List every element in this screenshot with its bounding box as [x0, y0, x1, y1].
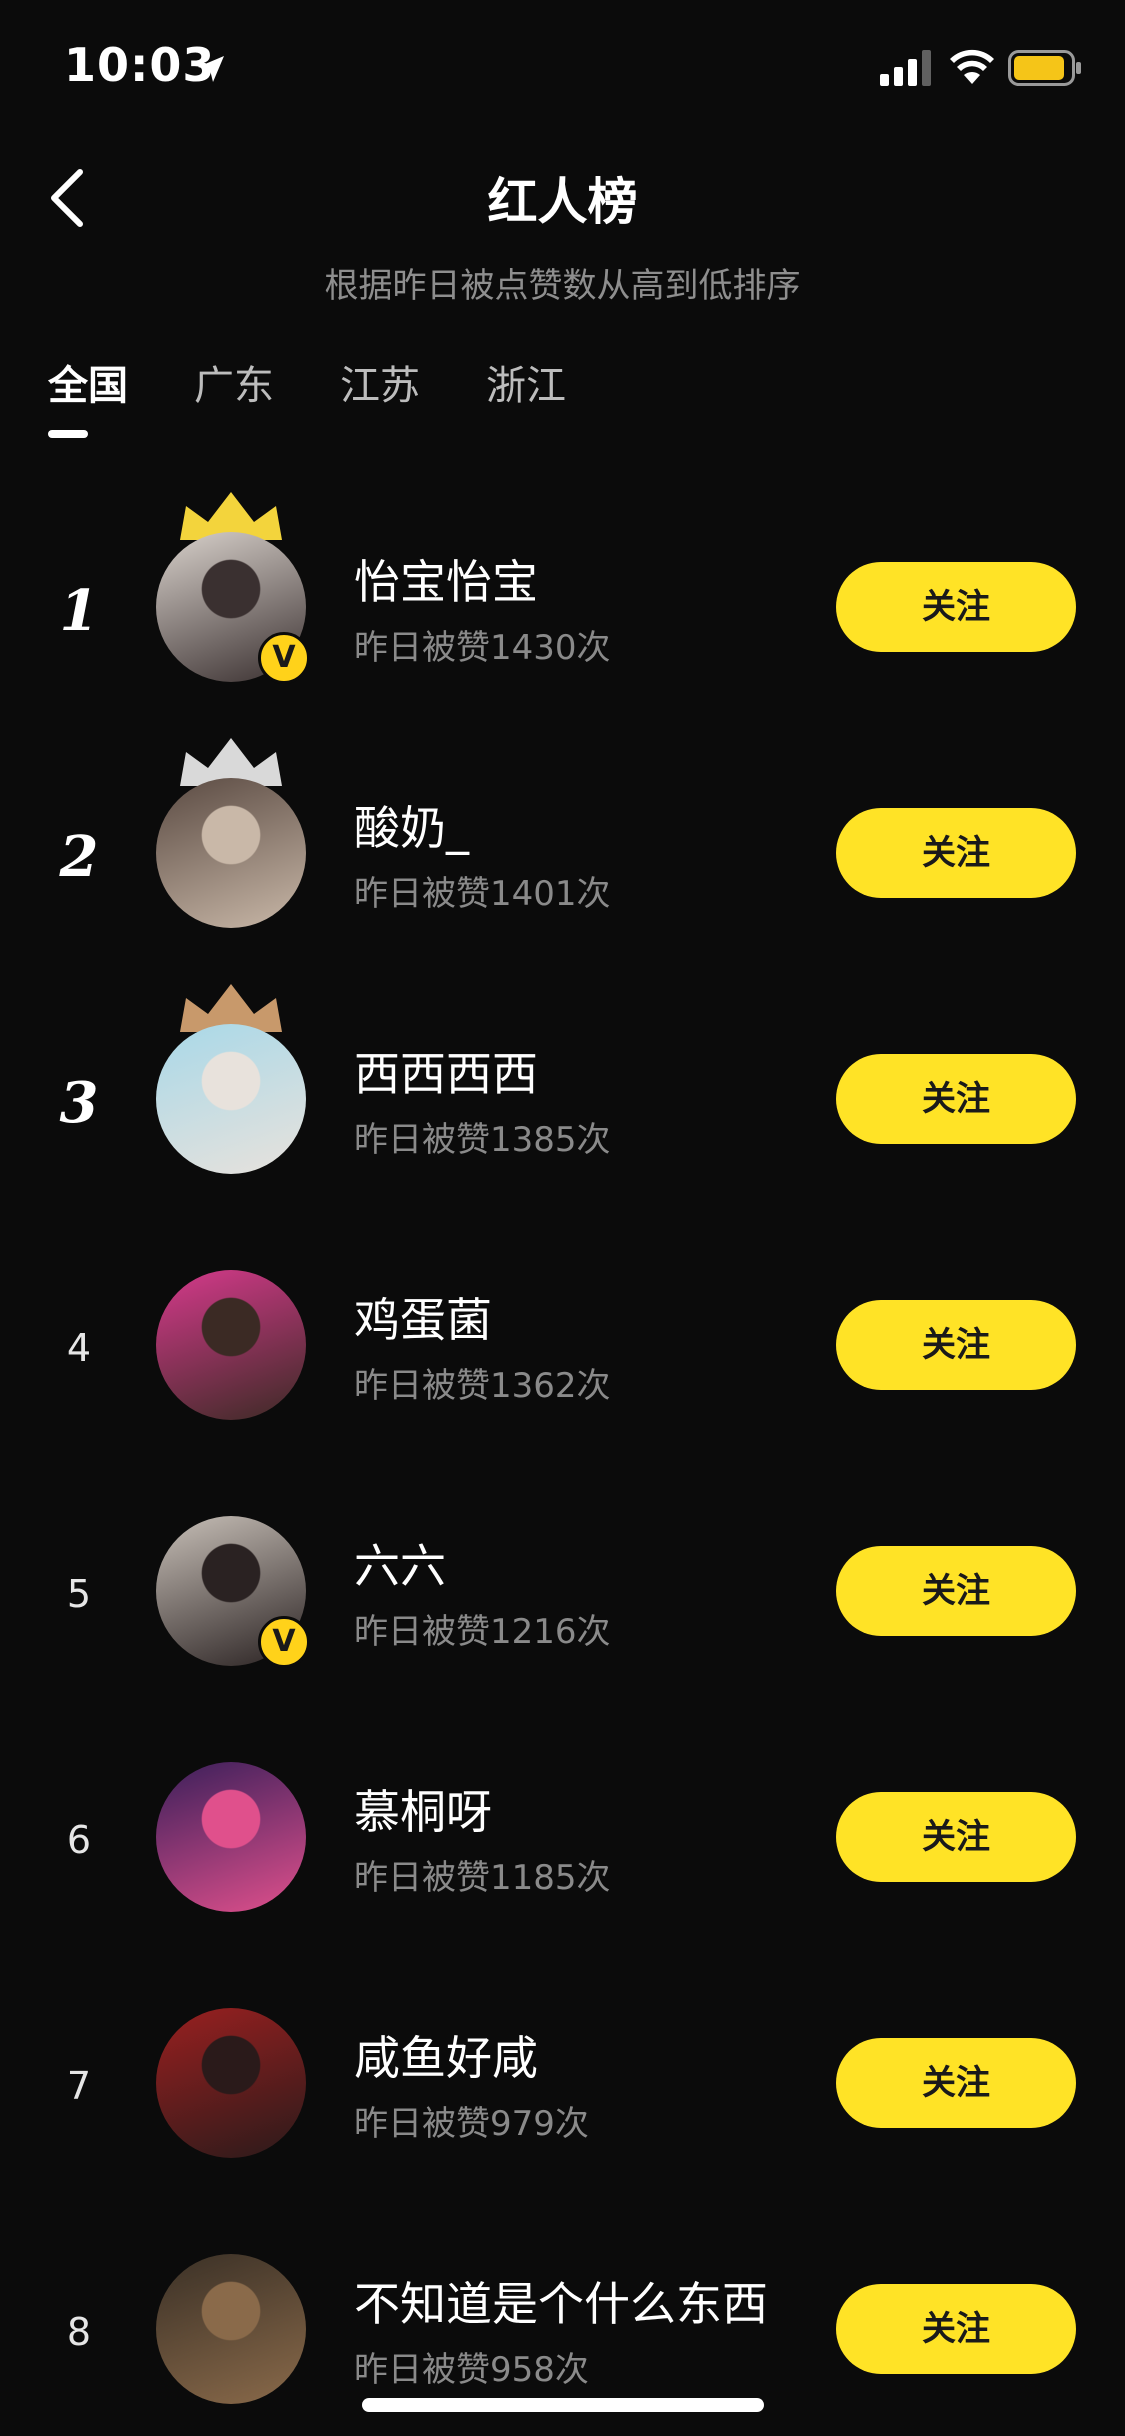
wifi-icon [950, 49, 994, 84]
home-indicator [362, 2398, 764, 2412]
likes-count: 昨日被赞1185次 [354, 1858, 611, 1898]
avatar[interactable] [156, 778, 306, 928]
user-name[interactable]: 西西西西 [354, 1038, 538, 1104]
follow-button[interactable]: 关注 [836, 1054, 1076, 1144]
ranking-row[interactable]: 4 鸡蛋菌昨日被赞1362次 关注 [0, 1208, 1125, 1454]
verified-badge-icon: V [258, 632, 310, 684]
avatar[interactable] [156, 2254, 306, 2404]
tab-zhejiang[interactable]: 浙江 [486, 356, 566, 446]
tab-label: 江苏 [340, 363, 420, 409]
rank-number: 3 [59, 1070, 99, 1136]
avatar[interactable] [156, 1270, 306, 1420]
rank-number: 7 [66, 2064, 92, 2108]
ranking-row[interactable]: 6 慕桐呀昨日被赞1185次 关注 [0, 1700, 1125, 1946]
follow-button[interactable]: 关注 [836, 1300, 1076, 1390]
user-name[interactable]: 鸡蛋菌 [354, 1284, 492, 1350]
likes-count: 昨日被赞1430次 [354, 628, 611, 668]
likes-count: 昨日被赞1401次 [354, 874, 611, 914]
follow-button[interactable]: 关注 [836, 808, 1076, 898]
user-name[interactable]: 慕桐呀 [354, 1776, 492, 1842]
user-name[interactable]: 酸奶_ [354, 792, 469, 858]
ranking-row[interactable]: 5 V 六六昨日被赞1216次 关注 [0, 1454, 1125, 1700]
likes-count: 昨日被赞1216次 [354, 1612, 611, 1652]
tab-guangdong[interactable]: 广东 [194, 356, 274, 446]
tab-label: 浙江 [486, 363, 566, 409]
user-name[interactable]: 咸鱼好咸 [354, 2022, 538, 2088]
follow-button[interactable]: 关注 [836, 1546, 1076, 1636]
avatar[interactable] [156, 1024, 306, 1174]
rank-number: 8 [66, 2310, 92, 2354]
ranking-row[interactable]: 2 酸奶_ 昨日被赞1401次 关注 [0, 716, 1125, 962]
cellular-signal-icon [880, 50, 931, 86]
follow-button[interactable]: 关注 [836, 2038, 1076, 2128]
user-name[interactable]: 怡宝怡宝 [354, 546, 538, 612]
region-tabs: 全国 广东 江苏 浙江 [48, 356, 632, 446]
user-name[interactable]: 六六 [354, 1530, 446, 1596]
page-title: 红人榜 [487, 173, 638, 231]
tab-jiangsu[interactable]: 江苏 [340, 356, 420, 446]
avatar[interactable] [156, 1762, 306, 1912]
ranking-row[interactable]: 1 V 怡宝怡宝昨日被赞1430次 关注 [0, 470, 1125, 716]
status-time: 10:03 [64, 38, 216, 92]
likes-count: 昨日被赞1362次 [354, 1366, 611, 1406]
rank-number: 2 [59, 824, 99, 890]
location-arrow-icon [198, 56, 224, 82]
tab-label: 广东 [194, 363, 274, 409]
likes-count: 昨日被赞1385次 [354, 1120, 611, 1160]
active-tab-indicator [48, 430, 88, 438]
follow-button[interactable]: 关注 [836, 1792, 1076, 1882]
verified-badge-icon: V [258, 1616, 310, 1668]
red-list-screen: 10:03 红人榜 根据昨日被点赞数从高到低排序 全国 广东 江苏 浙江 1 V… [0, 0, 1125, 2436]
battery-icon [1008, 50, 1081, 86]
rank-number: 1 [59, 578, 99, 644]
user-name[interactable]: 不知道是个什么东西 [354, 2268, 768, 2334]
ranking-row[interactable]: 7 咸鱼好咸昨日被赞979次 关注 [0, 1946, 1125, 2192]
follow-button[interactable]: 关注 [836, 2284, 1076, 2374]
status-bar: 10:03 [0, 0, 1125, 135]
tab-nationwide[interactable]: 全国 [48, 356, 128, 446]
tab-label: 全国 [48, 363, 128, 409]
rank-number: 4 [66, 1326, 92, 1370]
follow-button[interactable]: 关注 [836, 562, 1076, 652]
rank-number: 6 [66, 1818, 92, 1862]
page-subtitle: 根据昨日被点赞数从高到低排序 [324, 266, 801, 306]
avatar[interactable] [156, 2008, 306, 2158]
likes-count: 昨日被赞958次 [354, 2350, 589, 2390]
ranking-row[interactable]: 3 西西西西昨日被赞1385次 关注 [0, 962, 1125, 1208]
likes-count: 昨日被赞979次 [354, 2104, 589, 2144]
rank-number: 5 [66, 1572, 92, 1616]
